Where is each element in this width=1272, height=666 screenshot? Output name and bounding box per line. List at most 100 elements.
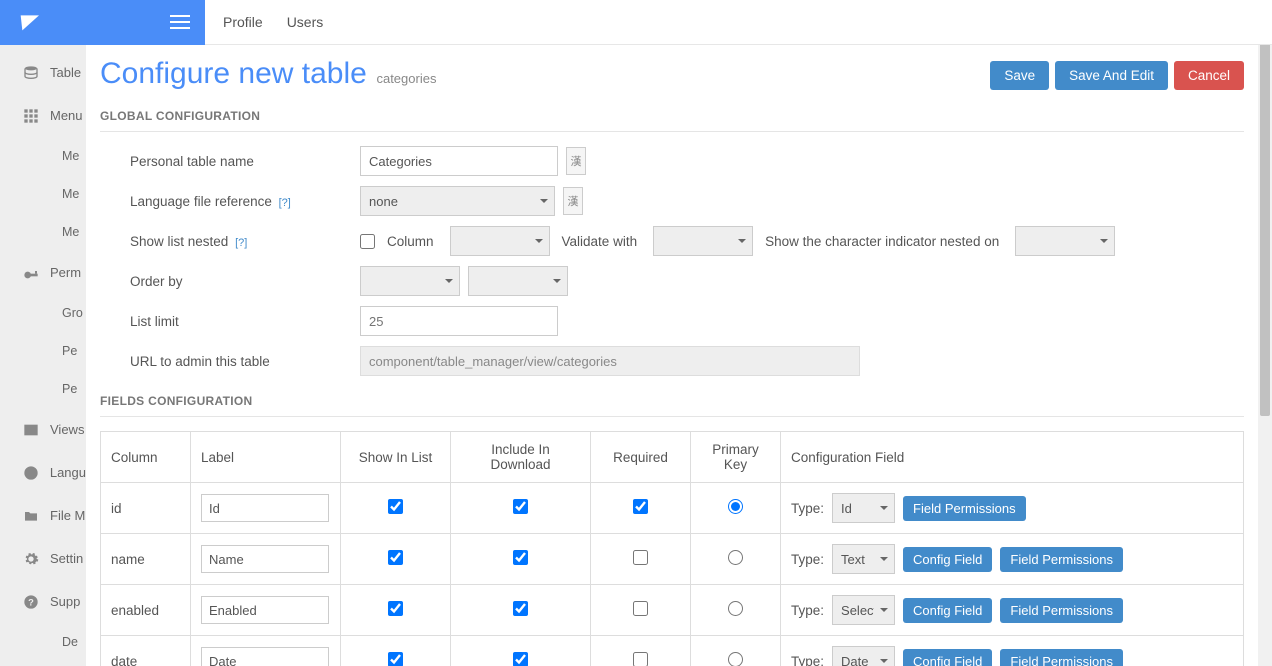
personal-table-name-label: Personal table name — [130, 154, 360, 169]
required-checkbox[interactable] — [633, 499, 648, 514]
order-by-dir-select[interactable] — [468, 266, 568, 296]
cell-label — [191, 483, 341, 534]
menu-icon — [170, 15, 190, 29]
type-select[interactable]: Date — [832, 646, 895, 666]
sidebar-item-key[interactable]: Perm — [0, 251, 86, 294]
table-row: idType:IdField Permissions — [101, 483, 1244, 534]
main-content: Configure new table categories Save Save… — [86, 45, 1258, 666]
sidebar-item-label: Views — [50, 422, 84, 437]
show-in-list-checkbox[interactable] — [388, 652, 403, 666]
scrollbar-track[interactable] — [1258, 0, 1272, 666]
key-icon — [22, 265, 40, 281]
sidebar-item-folder[interactable]: File M — [0, 494, 86, 537]
fields-table: Column Label Show In List Include In Dow… — [100, 431, 1244, 666]
sidebar-item-grid[interactable]: Menu — [0, 94, 86, 137]
primary-key-radio[interactable] — [728, 550, 743, 565]
cell-column: date — [101, 636, 191, 666]
sidebar-item-gear[interactable]: Settin — [0, 537, 86, 580]
cancel-button[interactable]: Cancel — [1174, 61, 1244, 90]
top-menu-profile[interactable]: Profile — [223, 14, 263, 30]
sidebar-item-database[interactable]: Table — [0, 51, 86, 94]
sidebar-item-logout[interactable]: Logo — [0, 661, 86, 666]
sidebar-item-rect[interactable]: Views — [0, 408, 86, 451]
sidebar-subitem[interactable]: Me — [0, 137, 86, 175]
label-input[interactable] — [201, 545, 329, 573]
translate-button[interactable]: 漢 — [566, 147, 586, 175]
personal-table-name-input[interactable] — [360, 146, 558, 176]
sidebar-item-label: Supp — [50, 594, 80, 609]
order-by-field-select[interactable] — [360, 266, 460, 296]
config-field-button[interactable]: Config Field — [903, 649, 992, 666]
sidebar-subitem[interactable]: Pe — [0, 370, 86, 408]
type-label: Type: — [791, 501, 824, 516]
table-row: dateType:DateConfig Field Field Permissi… — [101, 636, 1244, 666]
sidebar-subitem[interactable]: Me — [0, 213, 86, 251]
field-permissions-button[interactable]: Field Permissions — [1000, 547, 1123, 572]
top-menu: Profile Users — [205, 14, 323, 30]
label-input[interactable] — [201, 596, 329, 624]
col-config-field: Configuration Field — [781, 432, 1244, 483]
sidebar-item-label: Langu — [50, 465, 86, 480]
include-download-checkbox[interactable] — [513, 499, 528, 514]
show-in-list-checkbox[interactable] — [388, 550, 403, 565]
translate-button-2[interactable]: 漢 — [563, 187, 583, 215]
cell-label — [191, 585, 341, 636]
rect-icon — [22, 422, 40, 438]
help-icon[interactable]: [?] — [279, 197, 291, 209]
cell-label — [191, 636, 341, 666]
required-checkbox[interactable] — [633, 601, 648, 616]
brand-logo[interactable] — [0, 0, 155, 45]
include-download-checkbox[interactable] — [513, 652, 528, 666]
sidebar-subitem[interactable]: Gro — [0, 294, 86, 332]
col-required: Required — [591, 432, 691, 483]
table-row: enabledType:SelectConfig Field Field Per… — [101, 585, 1244, 636]
required-checkbox[interactable] — [633, 550, 648, 565]
show-list-nested-checkbox[interactable] — [360, 234, 375, 249]
col-include-download: Include In Download — [451, 432, 591, 483]
include-download-checkbox[interactable] — [513, 601, 528, 616]
char-indicator-select[interactable] — [1015, 226, 1115, 256]
hamburger-menu[interactable] — [155, 0, 205, 45]
show-char-indicator-label: Show the character indicator nested on — [765, 234, 999, 249]
save-and-edit-button[interactable]: Save And Edit — [1055, 61, 1168, 90]
scrollbar-thumb[interactable] — [1260, 16, 1270, 416]
sidebar-item-help[interactable]: ?Supp — [0, 580, 86, 623]
sidebar-item-globe[interactable]: Langu — [0, 451, 86, 494]
sidebar-subitem[interactable]: De — [0, 623, 86, 661]
label-input[interactable] — [201, 647, 329, 666]
validate-with-select[interactable] — [653, 226, 753, 256]
column-label: Column — [387, 234, 434, 249]
type-select[interactable]: Id — [832, 493, 895, 523]
sidebar-subitem[interactable]: Pe — [0, 332, 86, 370]
save-button[interactable]: Save — [990, 61, 1049, 90]
sidebar-item-label: Menu — [50, 108, 83, 123]
label-input[interactable] — [201, 494, 329, 522]
primary-key-radio[interactable] — [728, 601, 743, 616]
show-list-nested-label: Show list nested [?] — [130, 234, 360, 249]
url-admin-label: URL to admin this table — [130, 354, 360, 369]
column-select[interactable] — [450, 226, 550, 256]
col-label: Label — [191, 432, 341, 483]
show-in-list-checkbox[interactable] — [388, 601, 403, 616]
config-field-button[interactable]: Config Field — [903, 598, 992, 623]
type-select[interactable]: Text — [832, 544, 895, 574]
field-permissions-button[interactable]: Field Permissions — [1000, 649, 1123, 666]
type-select[interactable]: Select — [832, 595, 895, 625]
cell-column: enabled — [101, 585, 191, 636]
config-field-button[interactable]: Config Field — [903, 547, 992, 572]
language-file-ref-select[interactable]: none — [360, 186, 555, 216]
sidebar-subitem[interactable]: Me — [0, 175, 86, 213]
primary-key-radio[interactable] — [728, 652, 743, 666]
required-checkbox[interactable] — [633, 652, 648, 666]
page-actions: Save Save And Edit Cancel — [990, 61, 1244, 90]
sidebar-item-label: Table — [50, 65, 81, 80]
field-permissions-button[interactable]: Field Permissions — [1000, 598, 1123, 623]
show-in-list-checkbox[interactable] — [388, 499, 403, 514]
field-permissions-button[interactable]: Field Permissions — [903, 496, 1026, 521]
language-file-ref-label: Language file reference [?] — [130, 194, 360, 209]
top-menu-users[interactable]: Users — [287, 14, 324, 30]
include-download-checkbox[interactable] — [513, 550, 528, 565]
primary-key-radio[interactable] — [728, 499, 743, 514]
help-icon[interactable]: [?] — [235, 237, 247, 249]
list-limit-input[interactable] — [360, 306, 558, 336]
